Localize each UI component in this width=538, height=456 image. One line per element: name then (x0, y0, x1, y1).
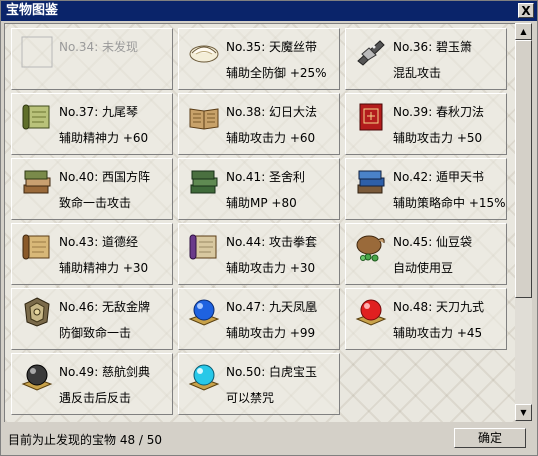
treasure-name: No.48: 天刀九式 (393, 300, 485, 314)
treasure-effect: 致命一击攻击 (59, 196, 132, 210)
cyan-orb-icon (187, 360, 221, 394)
treasure-name: No.44: 攻击拳套 (226, 235, 318, 249)
treasure-cell[interactable]: No.43: 道德经 辅助精神力 +30 (11, 223, 173, 285)
treasure-cell[interactable]: No.35: 天魔丝带 辅助全防御 +25% (178, 28, 340, 90)
treasure-name: No.50: 白虎宝玉 (226, 365, 318, 379)
window-title: 宝物图鉴 (6, 3, 59, 18)
treasure-name: No.49: 慈航剑典 (59, 365, 151, 379)
treasure-effect: 可以禁咒 (226, 391, 275, 405)
treasure-name: No.37: 九尾琴 (59, 105, 139, 119)
treasure-name: No.40: 西国方阵 (59, 170, 151, 184)
scroll-thumb[interactable] (515, 40, 532, 298)
scroll-down-button[interactable]: ▼ (515, 404, 532, 421)
jade-flute-icon (354, 35, 388, 69)
treasure-effect: 辅助攻击力 +45 (393, 326, 483, 340)
treasure-effect: 辅助攻击力 +30 (226, 261, 316, 275)
confirm-button[interactable]: 确定 (454, 428, 526, 448)
treasure-name: No.39: 春秋刀法 (393, 105, 485, 119)
bean-bag-icon (354, 230, 388, 264)
treasure-cell[interactable]: No.41: 圣舍利 辅助MP +80 (178, 158, 340, 220)
close-button[interactable]: X (518, 3, 534, 18)
treasure-name: No.47: 九天凤凰 (226, 300, 318, 314)
purple-scroll-icon (187, 230, 221, 264)
treasure-effect: 辅助全防御 +25% (226, 66, 327, 80)
title-bar[interactable]: 宝物图鉴 X (1, 1, 537, 21)
blue-book-stack-icon (354, 165, 388, 199)
treasure-cell[interactable]: No.38: 幻日大法 辅助攻击力 +60 (178, 93, 340, 155)
treasure-effect: 辅助MP +80 (226, 196, 297, 210)
found-count-text: 目前为止发现的宝物 48 / 50 (8, 433, 163, 447)
treasure-cell[interactable]: No.46: 无敌金牌 防御致命一击 (11, 288, 173, 350)
treasure-effect: 防御致命一击 (59, 326, 132, 340)
blue-orb-icon (187, 295, 221, 329)
green-scroll-icon (20, 100, 54, 134)
treasure-name: No.41: 圣舍利 (226, 170, 306, 184)
tan-scroll-icon (20, 230, 54, 264)
open-book-icon (187, 100, 221, 134)
treasure-cell[interactable]: No.50: 白虎宝玉 可以禁咒 (178, 353, 340, 415)
treasure-cell[interactable]: No.44: 攻击拳套 辅助攻击力 +30 (178, 223, 340, 285)
treasure-effect: 混乱攻击 (393, 66, 442, 80)
treasure-name: No.34: 未发现 (59, 40, 139, 54)
silk-ribbon-icon (187, 35, 221, 69)
treasure-name: No.35: 天魔丝带 (226, 40, 318, 54)
red-orb-icon (354, 295, 388, 329)
treasure-cell[interactable]: No.40: 西国方阵 致命一击攻击 (11, 158, 173, 220)
treasure-effect: 辅助攻击力 +50 (393, 131, 483, 145)
treasure-cell[interactable]: No.45: 仙豆袋 自动使用豆 (345, 223, 507, 285)
treasure-cell[interactable]: No.42: 遁甲天书辅助策略命中 +15% (345, 158, 507, 220)
treasure-catalog-window: 宝物图鉴 X No.34: 未发现 No.35: 天魔丝带 辅助全防御 +25% No… (0, 0, 538, 456)
treasure-cell[interactable]: No.34: 未发现 (11, 28, 173, 90)
scroll-up-button[interactable]: ▲ (515, 23, 532, 40)
treasure-name: No.38: 幻日大法 (226, 105, 318, 119)
black-orb-icon (20, 360, 54, 394)
armor-plate-icon (20, 295, 54, 329)
treasure-cell[interactable]: No.47: 九天凤凰 辅助攻击力 +99 (178, 288, 340, 350)
treasure-effect: 辅助攻击力 +60 (226, 131, 316, 145)
treasure-list-panel: No.34: 未发现 No.35: 天魔丝带 辅助全防御 +25% No.36: 碧玉… (4, 23, 515, 422)
treasure-effect: 辅助精神力 +30 (59, 261, 149, 275)
book-stack-icon (20, 165, 54, 199)
treasure-effect: 自动使用豆 (393, 261, 454, 275)
treasure-name: No.42: 遁甲天书 (393, 170, 485, 184)
vertical-scrollbar[interactable]: ▲ ▼ (515, 23, 532, 421)
treasure-cell[interactable]: No.49: 慈航剑典 遇反击后反击 (11, 353, 173, 415)
treasure-effect: 辅助攻击力 +99 (226, 326, 316, 340)
treasure-name: No.45: 仙豆袋 (393, 235, 473, 249)
treasure-name: No.43: 道德经 (59, 235, 139, 249)
treasure-cell[interactable]: No.36: 碧玉箫 混乱攻击 (345, 28, 507, 90)
treasure-effect: 辅助策略命中 +15% (393, 196, 506, 210)
treasure-cell[interactable]: No.39: 春秋刀法 辅助攻击力 +50 (345, 93, 507, 155)
treasure-cell[interactable]: No.37: 九尾琴 辅助精神力 +60 (11, 93, 173, 155)
empty-slot-icon (20, 35, 54, 69)
treasure-effect: 辅助精神力 +60 (59, 131, 149, 145)
green-book-stack-icon (187, 165, 221, 199)
treasure-name: No.46: 无敌金牌 (59, 300, 151, 314)
treasure-cell[interactable]: No.48: 天刀九式 辅助攻击力 +45 (345, 288, 507, 350)
treasure-name: No.36: 碧玉箫 (393, 40, 473, 54)
red-book-icon (354, 100, 388, 134)
treasure-effect: 遇反击后反击 (59, 391, 132, 405)
